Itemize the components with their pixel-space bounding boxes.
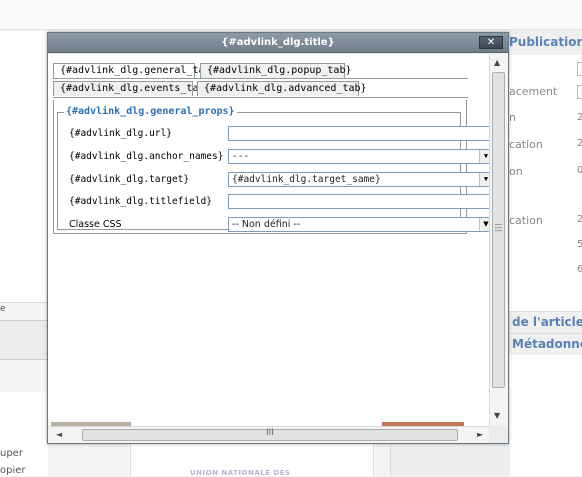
chevron-down-icon[interactable]: ▼ xyxy=(479,150,489,163)
editor-snippet: e xyxy=(0,304,6,314)
chevron-down-icon[interactable]: ▼ xyxy=(479,173,489,186)
metadata-section-toggle[interactable]: Métadonnée xyxy=(508,333,582,355)
scroll-left-icon[interactable]: ◄ xyxy=(56,430,62,439)
article-section-toggle[interactable]: de l'article xyxy=(508,311,582,333)
bottom-right-area xyxy=(390,444,510,476)
panel-field[interactable] xyxy=(577,85,582,99)
grip-icon: III xyxy=(266,428,274,438)
url-label: {#advlink_dlg.url} xyxy=(69,128,172,139)
grip-icon: — — — xyxy=(494,220,503,235)
panel-value: 2 xyxy=(577,112,582,123)
insert-link-dialog: {#advlink_dlg.title} ✕ {#advlink_dlg.gen… xyxy=(47,32,509,444)
editor-toolbar[interactable] xyxy=(0,320,48,360)
scroll-up-icon[interactable]: ▲ xyxy=(494,58,500,67)
target-select[interactable]: {#advlink_dlg.target_same} ▼ xyxy=(228,172,489,187)
dialog-title: {#advlink_dlg.title} xyxy=(221,37,335,48)
horizontal-scroll-thumb[interactable]: III xyxy=(82,428,458,441)
dialog-content: {#advlink_dlg.general_tab} {#advlink_dlg… xyxy=(48,54,489,426)
panel-value: 0 xyxy=(577,165,582,176)
title-label: {#advlink_dlg.titlefield} xyxy=(69,196,212,207)
css-class-value: -- Non défini -- xyxy=(232,219,301,230)
tab-divider xyxy=(53,97,468,98)
anchor-names-select[interactable]: --- ▼ xyxy=(228,149,489,164)
url-input[interactable] xyxy=(228,126,489,141)
anchor-names-value: --- xyxy=(232,151,250,162)
panel-value: 5 xyxy=(577,239,582,250)
tab-row-bottom: {#advlink_dlg.events_tab} {#advlink_dlg.… xyxy=(53,81,473,97)
publication-heading[interactable]: Publication xyxy=(509,35,582,49)
horizontal-scrollbar[interactable]: ◄ III ► xyxy=(48,426,489,443)
panel-value: 6 xyxy=(577,264,582,275)
anchor-names-label: {#advlink_dlg.anchor_names} xyxy=(69,151,224,162)
tab-row-top: {#advlink_dlg.general_tab} {#advlink_dlg… xyxy=(53,63,473,79)
tab-general[interactable]: {#advlink_dlg.general_tab} xyxy=(53,63,217,79)
tab-events[interactable]: {#advlink_dlg.events_tab} xyxy=(53,81,211,96)
dialog-titlebar[interactable]: {#advlink_dlg.title} ✕ xyxy=(48,33,508,53)
scroll-right-icon[interactable]: ► xyxy=(477,430,483,439)
chevron-down-icon[interactable]: ▼ xyxy=(479,218,489,231)
target-value: {#advlink_dlg.target_same} xyxy=(232,174,381,185)
vertical-scroll-thumb[interactable]: — — — xyxy=(492,72,505,388)
tab-popup[interactable]: {#advlink_dlg.popup_tab} xyxy=(200,63,352,78)
left-page-area xyxy=(0,31,48,476)
panel-label: n xyxy=(509,111,516,124)
app-top-bar xyxy=(0,0,582,30)
panel-value: 2 xyxy=(577,214,582,225)
cut-action[interactable]: uper xyxy=(0,448,23,459)
target-label: {#advlink_dlg.target} xyxy=(69,174,190,185)
panel-value: 2 xyxy=(577,138,582,149)
panel-label: on xyxy=(509,165,523,178)
tab-divider xyxy=(53,78,468,79)
scrollbar-corner xyxy=(489,426,508,443)
vertical-scrollbar[interactable]: ▲ — — — ▼ xyxy=(489,54,508,426)
panel-field[interactable] xyxy=(577,62,582,76)
css-class-label: Classe CSS xyxy=(69,219,122,230)
copy-action[interactable]: opier xyxy=(0,465,26,476)
general-tab-panel: {#advlink_dlg.general_props} {#advlink_d… xyxy=(53,100,489,234)
panel-label: acement xyxy=(509,85,558,98)
panel-label: cation xyxy=(509,138,543,151)
css-class-select[interactable]: -- Non défini -- ▼ xyxy=(228,217,489,232)
tab-advanced[interactable]: {#advlink_dlg.advanced_tab} xyxy=(197,81,367,96)
title-input[interactable] xyxy=(228,194,489,209)
panel-label: cation xyxy=(509,214,543,227)
close-button[interactable]: ✕ xyxy=(479,36,503,49)
fieldset-legend: {#advlink_dlg.general_props} xyxy=(64,106,237,117)
general-props-fieldset: {#advlink_dlg.general_props} {#advlink_d… xyxy=(57,106,489,232)
scroll-down-icon[interactable]: ▼ xyxy=(494,411,500,420)
